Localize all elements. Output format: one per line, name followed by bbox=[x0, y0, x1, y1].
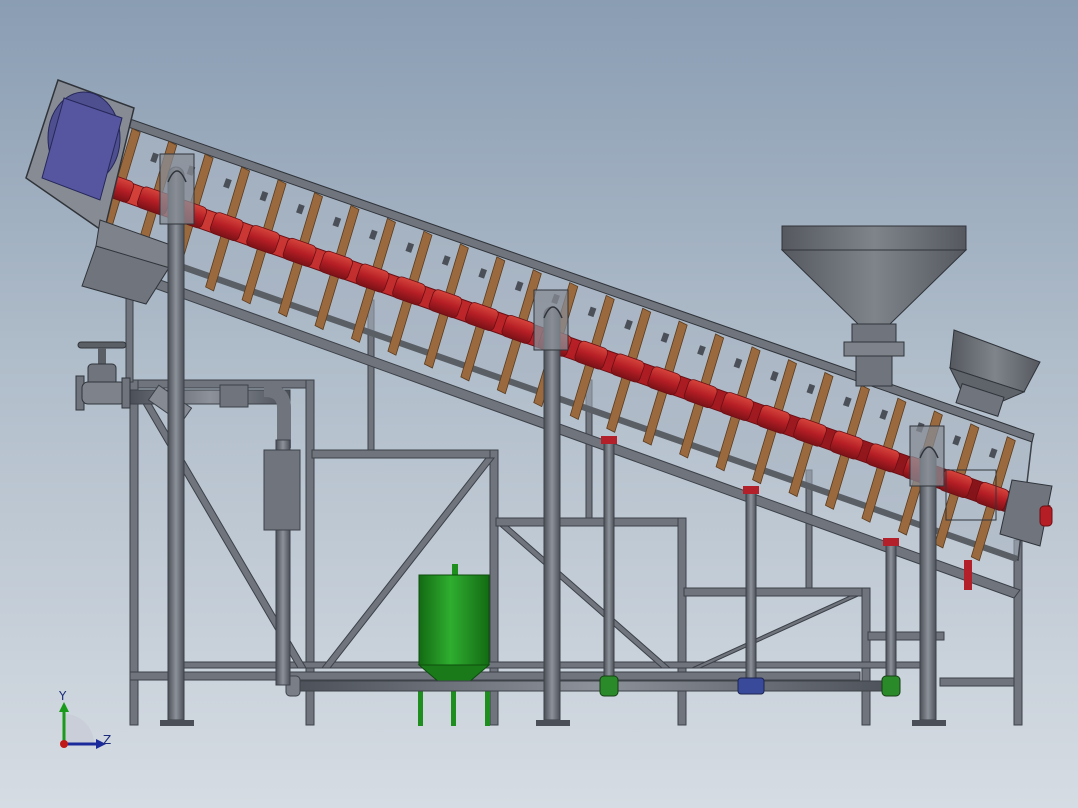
triad-origin bbox=[60, 740, 68, 748]
triad-plane bbox=[64, 714, 94, 744]
z-axis-label: Z bbox=[103, 733, 111, 747]
y-axis-label: Y bbox=[58, 689, 67, 703]
coordinate-triad: Y Z bbox=[58, 689, 111, 749]
inclined-screw-conveyor[interactable] bbox=[95, 111, 1051, 562]
left-piping bbox=[129, 383, 301, 686]
gate-valve[interactable] bbox=[75, 341, 131, 411]
conveyor-assembly-drawing: Y Z bbox=[25, 79, 1053, 749]
cad-viewport[interactable]: Y Z bbox=[0, 0, 1078, 808]
green-tank bbox=[417, 564, 491, 726]
secondary-hopper bbox=[949, 329, 1041, 417]
